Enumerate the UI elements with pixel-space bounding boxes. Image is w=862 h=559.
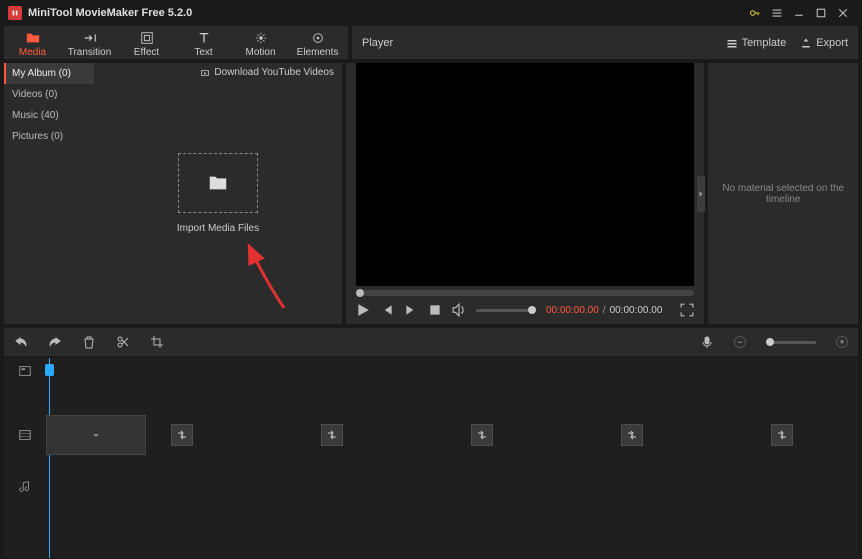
folder-music[interactable]: Music (40) [4,105,94,126]
folder-my-album[interactable]: My Album (0) [4,63,94,84]
download-youtube-label: Download YouTube Videos [214,67,334,78]
expand-handle[interactable] [697,176,705,212]
stop-button[interactable] [428,303,442,317]
transition-slot[interactable] [621,424,643,446]
delete-button[interactable] [82,335,96,349]
player-title: Player [362,37,393,49]
import-media-label: Import Media Files [177,223,259,234]
timeline [4,358,858,558]
clip-slot[interactable] [46,415,146,455]
tab-transition[interactable]: Transition [61,26,118,59]
tab-media-label: Media [19,47,46,58]
export-button[interactable]: Export [800,37,848,49]
app-logo [8,6,22,20]
zoom-in-button[interactable]: + [836,336,848,348]
text-track[interactable] [4,358,858,384]
main-tabs: Media Transition Effect Text Motion Elem… [4,26,348,59]
import-media-button[interactable] [178,153,258,213]
next-frame-button[interactable] [404,303,418,317]
volume-thumb[interactable] [528,306,536,314]
close-button[interactable] [832,2,854,24]
template-button[interactable]: Template [726,37,787,49]
transition-slot[interactable] [321,424,343,446]
folder-videos[interactable]: Videos (0) [4,84,94,105]
current-time: 00:00:00.00 [546,305,599,316]
play-button[interactable] [356,303,370,317]
audio-track[interactable] [4,474,858,500]
tab-media[interactable]: Media [4,26,61,59]
key-icon[interactable] [744,2,766,24]
fullscreen-button[interactable] [680,303,694,317]
volume-slider[interactable] [476,309,536,312]
folder-list: My Album (0) Videos (0) Music (40) Pictu… [4,63,94,324]
split-button[interactable] [116,335,130,349]
transition-slot[interactable] [171,424,193,446]
transition-slot[interactable] [471,424,493,446]
folder-icon [207,172,229,194]
export-label: Export [816,37,848,49]
tab-effect[interactable]: Effect [118,26,175,59]
properties-panel: No material selected on the timeline [708,63,858,324]
title-bar: MiniTool MovieMaker Free 5.2.0 [0,0,862,26]
seek-thumb[interactable] [356,289,364,297]
tab-transition-label: Transition [68,47,112,58]
crop-button[interactable] [150,335,164,349]
prev-frame-button[interactable] [380,303,394,317]
tab-motion-label: Motion [245,47,275,58]
preview-panel: 00:00:00.00 / 00:00:00.00 [346,63,704,324]
maximize-button[interactable] [810,2,832,24]
mic-icon[interactable] [700,335,714,349]
total-time: 00:00:00.00 [610,305,663,316]
download-icon [88,427,104,443]
media-panel: My Album (0) Videos (0) Music (40) Pictu… [4,63,342,324]
playback-controls: 00:00:00.00 / 00:00:00.00 [346,296,704,324]
video-track-icon [4,428,46,442]
tab-text[interactable]: Text [175,26,232,59]
video-track[interactable] [4,410,858,460]
tab-elements-label: Elements [297,47,339,58]
redo-button[interactable] [48,335,62,349]
timeline-toolbar: − + [4,328,858,356]
no-selection-message: No material selected on the timeline [716,183,850,205]
audio-track-icon [4,480,46,494]
seek-bar[interactable] [356,290,694,296]
folder-pictures[interactable]: Pictures (0) [4,126,94,147]
app-title: MiniTool MovieMaker Free 5.2.0 [28,7,192,19]
undo-button[interactable] [14,335,28,349]
transition-slot[interactable] [771,424,793,446]
menu-icon[interactable] [766,2,788,24]
tab-elements[interactable]: Elements [289,26,346,59]
player-header: Player Template Export [352,26,858,59]
zoom-out-button[interactable]: − [734,336,746,348]
download-youtube-link[interactable]: Download YouTube Videos [200,67,334,78]
minimize-button[interactable] [788,2,810,24]
tab-effect-label: Effect [134,47,159,58]
tab-text-label: Text [194,47,212,58]
zoom-thumb[interactable] [766,338,774,346]
time-separator: / [603,305,606,316]
zoom-slider[interactable] [766,341,816,344]
template-label: Template [742,37,787,49]
volume-icon[interactable] [452,303,466,317]
preview-canvas[interactable] [356,63,694,286]
text-track-icon [4,364,46,378]
tab-motion[interactable]: Motion [232,26,289,59]
